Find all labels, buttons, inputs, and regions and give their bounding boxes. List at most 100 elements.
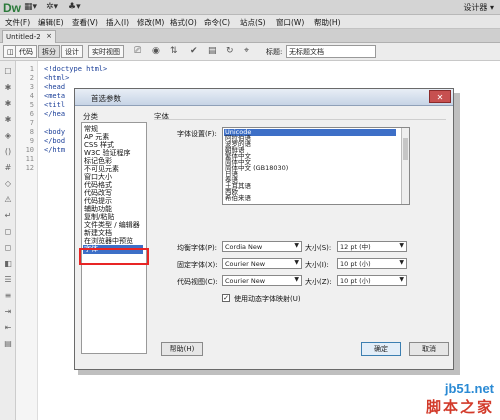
dynamic-mapping-checkbox[interactable]: ✓ bbox=[222, 294, 230, 302]
format-source-icon[interactable]: ▤ bbox=[3, 339, 13, 348]
ok-button[interactable]: 确定 bbox=[361, 342, 401, 356]
code-line[interactable]: <!doctype html> bbox=[44, 65, 107, 73]
line-numbers-icon[interactable]: # bbox=[3, 163, 13, 172]
line-number: 3 bbox=[29, 83, 34, 91]
menu-file[interactable]: 文件(F) bbox=[5, 17, 30, 28]
watermark-brand: 脚本之家 bbox=[425, 398, 494, 416]
split-view-button[interactable]: 拆分 bbox=[38, 45, 60, 58]
line-number: 10 bbox=[25, 146, 34, 154]
fixed-size-label: 大小(I): bbox=[305, 261, 329, 269]
code-line[interactable]: <head bbox=[44, 83, 65, 91]
chevron-down-icon: ▼ bbox=[294, 259, 299, 266]
preferences-dialog: 首选参数 ✕ 分类 常规 AP 元素 CSS 样式 W3C 验证程序 标记色彩 … bbox=[74, 88, 454, 370]
code-line[interactable]: <titl bbox=[44, 101, 65, 109]
menu-help[interactable]: 帮助(H) bbox=[314, 17, 341, 28]
uncomment-icon[interactable]: ◻ bbox=[3, 243, 13, 252]
encoding-list[interactable]: Unicode 阿拉伯语 波罗的语 朝鲜语 繁体中文 简体中文 简体中文 (GB… bbox=[222, 127, 410, 205]
menu-site[interactable]: 站点(S) bbox=[240, 17, 266, 28]
preview-icon[interactable]: ◉ bbox=[152, 46, 160, 56]
file-management-icon[interactable]: ⇅ bbox=[170, 46, 178, 56]
select-parent-icon[interactable]: ◈ bbox=[3, 131, 13, 140]
expand-all-icon[interactable]: ✱ bbox=[3, 115, 13, 124]
category-item[interactable]: 窗口大小 bbox=[84, 173, 112, 181]
highlight-invalid-icon[interactable]: ◇ bbox=[3, 179, 13, 188]
tab-untitled-2[interactable]: Untitled-2 × bbox=[2, 30, 56, 43]
collapse-tag-icon[interactable]: ✱ bbox=[3, 83, 13, 92]
encoding-item[interactable]: 希伯来语 bbox=[225, 195, 251, 202]
menu-format[interactable]: 格式(O) bbox=[170, 17, 197, 28]
visual-aids-icon[interactable]: ▤ bbox=[208, 46, 217, 56]
category-item[interactable]: 标记色彩 bbox=[84, 157, 112, 165]
extend-icon[interactable]: ✲▾ bbox=[46, 2, 58, 12]
category-item[interactable]: 常规 bbox=[84, 125, 98, 133]
recent-snippets-icon[interactable]: ☰ bbox=[3, 275, 13, 284]
codeview-size-select[interactable]: 10 pt (小) ▼ bbox=[337, 275, 407, 286]
open-documents-icon[interactable]: ☐ bbox=[3, 67, 13, 76]
category-item[interactable]: 代码提示 bbox=[84, 197, 112, 205]
line-number: 8 bbox=[29, 128, 34, 136]
document-tab-bar: Untitled-2 × bbox=[0, 29, 500, 43]
category-list[interactable]: 常规 AP 元素 CSS 样式 W3C 验证程序 标记色彩 不可见元素 窗口大小… bbox=[81, 122, 147, 354]
codeview-font-select[interactable]: Courier New ▼ bbox=[222, 275, 302, 286]
close-icon[interactable]: ✕ bbox=[429, 90, 451, 103]
document-title-input[interactable]: 无标题文档 bbox=[286, 45, 376, 58]
menu-edit[interactable]: 编辑(E) bbox=[38, 17, 64, 28]
code-line[interactable]: </htm bbox=[44, 146, 65, 154]
category-item[interactable]: 新建文档 bbox=[84, 229, 112, 237]
encoding-scrollbar[interactable] bbox=[401, 128, 409, 204]
validate-icon[interactable]: ✔ bbox=[190, 46, 198, 56]
menu-window[interactable]: 窗口(W) bbox=[276, 17, 304, 28]
wrap-tag-icon[interactable]: ◧ bbox=[3, 259, 13, 268]
category-item[interactable]: 代码改写 bbox=[84, 189, 112, 197]
menu-modify[interactable]: 修改(M) bbox=[137, 17, 164, 28]
close-icon[interactable]: × bbox=[46, 32, 52, 40]
outdent-icon[interactable]: ⇤ bbox=[3, 323, 13, 332]
collapse-selection-icon[interactable]: ✱ bbox=[3, 99, 13, 108]
codeview-size-label: 大小(Z): bbox=[305, 278, 332, 286]
category-item[interactable]: 不可见元素 bbox=[84, 165, 119, 173]
live-view-button[interactable]: 实时视图 bbox=[88, 45, 124, 58]
category-item[interactable]: 在浏览器中预览 bbox=[84, 237, 133, 245]
category-item[interactable]: AP 元素 bbox=[84, 133, 109, 141]
code-line[interactable]: <body bbox=[44, 128, 65, 136]
category-item[interactable]: 文件类型 / 编辑器 bbox=[84, 221, 140, 229]
dialog-title-bar[interactable]: 首选参数 ✕ bbox=[75, 89, 453, 106]
help-button[interactable]: 帮助(H) bbox=[161, 342, 203, 356]
fixed-font-select[interactable]: Courier New ▼ bbox=[222, 258, 302, 269]
indent-icon[interactable]: ⇥ bbox=[3, 307, 13, 316]
fixed-size-select[interactable]: 10 pt (小) ▼ bbox=[337, 258, 407, 269]
menu-view[interactable]: 查看(V) bbox=[72, 17, 98, 28]
proportional-size-select[interactable]: 12 pt (中) ▼ bbox=[337, 241, 407, 252]
site-icon[interactable]: ♣▾ bbox=[68, 2, 81, 12]
code-line[interactable]: </hea bbox=[44, 110, 65, 118]
workspace-switcher[interactable]: 设计器 ▾ bbox=[463, 2, 494, 13]
category-item[interactable]: 复制/粘贴 bbox=[84, 213, 114, 221]
code-line[interactable]: <html> bbox=[44, 74, 69, 82]
layout-icon[interactable]: ▦▾ bbox=[24, 2, 37, 12]
category-item[interactable]: CSS 样式 bbox=[84, 141, 114, 149]
comment-icon[interactable]: ◻ bbox=[3, 227, 13, 236]
multiscreen-icon[interactable]: ⎚ bbox=[134, 46, 141, 56]
scrollbar-thumb[interactable] bbox=[403, 138, 408, 160]
chevron-down-icon: ▼ bbox=[294, 276, 299, 283]
move-css-icon[interactable]: ≡ bbox=[3, 291, 13, 300]
menu-commands[interactable]: 命令(C) bbox=[204, 17, 230, 28]
select-value: 12 pt (中) bbox=[340, 243, 371, 251]
balance-braces-icon[interactable]: () bbox=[3, 147, 13, 156]
word-wrap-icon[interactable]: ↵ bbox=[3, 211, 13, 220]
code-line[interactable]: <meta bbox=[44, 92, 65, 100]
category-item[interactable]: 代码格式 bbox=[84, 181, 112, 189]
section-header: 字体 bbox=[154, 112, 169, 121]
refresh-icon[interactable]: ↻ bbox=[226, 46, 234, 56]
syntax-error-icon[interactable]: ⚠ bbox=[3, 195, 13, 204]
menu-insert[interactable]: 插入(I) bbox=[106, 17, 129, 28]
coding-toolbar: ☐ ✱ ✱ ✱ ◈ () # ◇ ⚠ ↵ ◻ ◻ ◧ ☰ ≡ ⇥ ⇤ ▤ bbox=[0, 61, 16, 420]
inspect-icon[interactable]: ⌖ bbox=[244, 46, 249, 56]
code-line[interactable]: </bod bbox=[44, 137, 65, 145]
category-item[interactable]: W3C 验证程序 bbox=[84, 149, 131, 157]
proportional-font-select[interactable]: Cordia New ▼ bbox=[222, 241, 302, 252]
category-item[interactable]: 辅助功能 bbox=[84, 205, 112, 213]
cancel-button[interactable]: 取消 bbox=[409, 342, 449, 356]
code-view-button[interactable]: 代码 bbox=[15, 45, 37, 58]
design-view-button[interactable]: 设计 bbox=[61, 45, 83, 58]
